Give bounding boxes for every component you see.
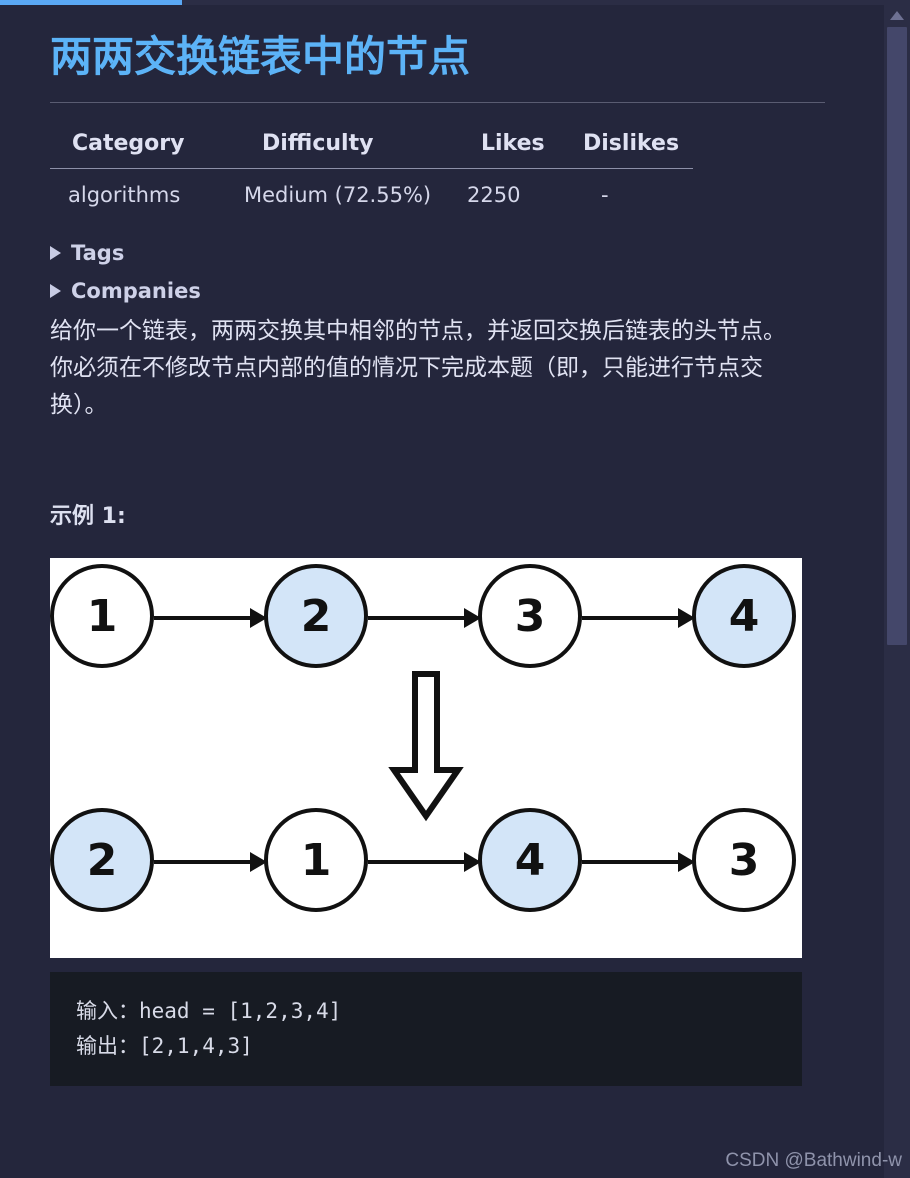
triangle-right-icon <box>50 283 61 298</box>
caret-up-icon[interactable] <box>890 11 904 20</box>
meta-cell-likes: 2250 <box>467 182 521 207</box>
diagram-link <box>154 616 254 621</box>
list-item: 2 <box>50 808 154 913</box>
list-item: 3 <box>478 564 582 669</box>
meta-header-difficulty: Difficulty <box>262 130 374 156</box>
linked-list-swap-diagram: 1 2 3 4 2 1 4 3 <box>50 558 802 959</box>
meta-table-header-row: Category Difficulty Likes Dislikes <box>50 130 693 168</box>
node-value: 4 <box>728 590 760 642</box>
meta-header-category: Category <box>72 130 185 156</box>
code-line-output: 输出：[2,1,4,3] <box>76 1033 253 1058</box>
meta-table-head: Category Difficulty Likes Dislikes <box>50 130 693 168</box>
example-heading: 示例 1: <box>50 504 126 530</box>
node-value: 1 <box>86 590 118 642</box>
vertical-scrollbar[interactable] <box>884 5 910 1178</box>
example-code-block: 输入：head = [1,2,3,4] 输出：[2,1,4,3] <box>50 972 802 1086</box>
problem-page: 两两交换链表中的节点 Category Difficulty Likes Dis… <box>0 5 862 1178</box>
disclosure-tags-label: Tags <box>71 240 125 265</box>
meta-cell-dislikes: - <box>601 182 609 207</box>
scrollbar-thumb[interactable] <box>887 27 907 645</box>
title-divider <box>50 101 825 103</box>
meta-table-body: algorithms Medium (72.55%) 2250 - <box>50 168 693 213</box>
node-value: 3 <box>728 834 760 886</box>
meta-header-dislikes: Dislikes <box>583 130 680 156</box>
triangle-right-icon <box>50 245 61 260</box>
diagram-link <box>368 860 468 865</box>
code-line-input: 输入：head = [1,2,3,4] <box>76 999 342 1024</box>
diagram-link <box>154 860 254 865</box>
meta-cell-difficulty: Medium (72.55%) <box>244 182 432 207</box>
disclosure-tags[interactable]: Tags <box>50 241 840 265</box>
diagram-link <box>582 616 682 621</box>
node-value: 1 <box>300 834 332 886</box>
problem-meta-table: Category Difficulty Likes Dislikes algor… <box>50 131 693 213</box>
table-row: algorithms Medium (72.55%) 2250 - <box>50 168 693 213</box>
watermark: CSDN @Bathwind-w <box>725 1150 902 1171</box>
down-arrow-icon <box>388 671 464 822</box>
node-value: 3 <box>514 590 546 642</box>
node-value: 2 <box>300 590 332 642</box>
diagram-link <box>582 860 682 865</box>
meta-header-likes: Likes <box>481 130 545 156</box>
list-item: 3 <box>692 808 796 913</box>
list-item: 1 <box>50 564 154 669</box>
diagram-link <box>368 616 468 621</box>
page-title: 两两交换链表中的节点 <box>50 32 471 81</box>
meta-cell-category: algorithms <box>68 182 181 207</box>
list-item: 4 <box>692 564 796 669</box>
list-item: 4 <box>478 808 582 913</box>
disclosure-companies-label: Companies <box>71 278 201 303</box>
list-item: 1 <box>264 808 368 913</box>
node-value: 2 <box>86 834 118 886</box>
problem-description: 给你一个链表，两两交换其中相邻的节点，并返回交换后链表的头节点。你必须在不修改节… <box>50 317 786 419</box>
node-value: 4 <box>514 834 546 886</box>
disclosure-companies[interactable]: Companies <box>50 279 840 303</box>
list-item: 2 <box>264 564 368 669</box>
problem-content: 两两交换链表中的节点 Category Difficulty Likes Dis… <box>50 5 840 1086</box>
